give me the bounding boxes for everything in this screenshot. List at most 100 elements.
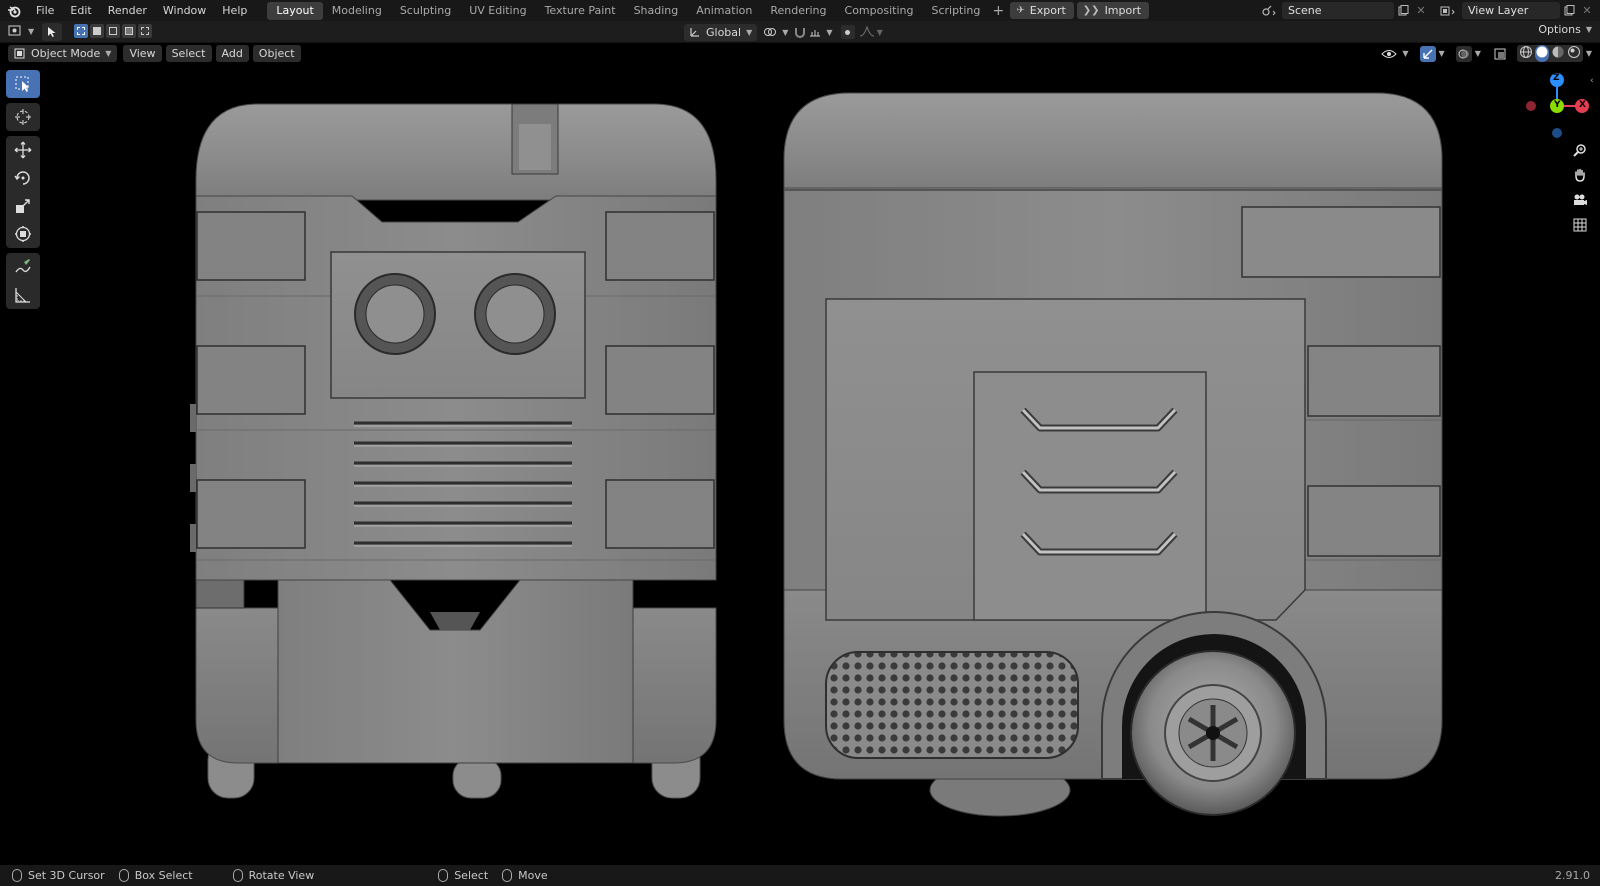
gizmo-toggle-icon[interactable] xyxy=(1419,45,1436,62)
export-button[interactable]: ✈ Export xyxy=(1010,2,1074,19)
selection-mode-buttons xyxy=(74,24,152,38)
view-layer-field[interactable]: View Layer xyxy=(1462,2,1560,19)
menu-add[interactable]: Add xyxy=(215,44,249,62)
tab-scripting[interactable]: Scripting xyxy=(922,2,989,20)
transform-tool[interactable] xyxy=(6,220,40,248)
delete-view-layer-icon[interactable]: ✕ xyxy=(1578,2,1596,19)
pencil-annotate-icon xyxy=(15,259,31,273)
move-tool[interactable] xyxy=(6,136,40,164)
annotate-tool[interactable] xyxy=(6,253,40,281)
menu-window[interactable]: Window xyxy=(155,0,214,21)
pivot-point-dropdown[interactable]: ▼ xyxy=(763,26,788,38)
wireframe-shading-icon[interactable] xyxy=(1519,45,1533,62)
mode-dropdown[interactable]: Object Mode ▼ xyxy=(8,44,118,62)
scene-type-icon[interactable] xyxy=(1256,2,1282,19)
editor-type-selector[interactable]: ▼ xyxy=(8,23,34,39)
rotate-tool[interactable] xyxy=(6,164,40,192)
shading-mode-group xyxy=(1516,45,1583,62)
viewport-tool-header: ▼ Global ▼ ▼ ▼ ▼ Options ▼ xyxy=(0,21,1600,43)
rotate-icon xyxy=(14,171,30,185)
options-dropdown[interactable]: Options ▼ xyxy=(1538,23,1592,36)
viewport-scene xyxy=(190,73,1589,817)
tab-sculpting[interactable]: Sculpting xyxy=(391,2,460,20)
version-label: 2.91.0 xyxy=(1555,869,1590,882)
chevron-down-icon: ▼ xyxy=(28,26,35,36)
tab-texture-paint[interactable]: Texture Paint xyxy=(536,2,625,20)
status-select: Select xyxy=(438,869,488,882)
workspace-tabs: Layout Modeling Sculpting UV Editing Tex… xyxy=(267,0,1150,21)
select-intersect-icon[interactable] xyxy=(138,24,152,38)
mouse-middle-icon xyxy=(232,869,243,882)
mouse-drag-icon xyxy=(502,869,513,882)
tool-shelf xyxy=(6,70,42,309)
snapping-dropdown[interactable]: ▼ xyxy=(794,26,833,38)
pan-hand-icon[interactable] xyxy=(1569,164,1591,186)
tab-layout[interactable]: Layout xyxy=(267,1,323,20)
status-bar: Set 3D Cursor Box Select Rotate View Sel… xyxy=(0,865,1600,886)
cursor-arrow-icon xyxy=(48,27,56,37)
orientation-label: Global xyxy=(706,25,742,39)
sidebar-toggle-icon[interactable]: ‹ xyxy=(1590,76,1594,86)
falloff-curve-icon[interactable] xyxy=(859,24,875,40)
measure-tool[interactable] xyxy=(6,281,40,309)
menu-file[interactable]: File xyxy=(28,0,62,21)
mouse-drag-icon xyxy=(118,869,129,882)
tab-uv-editing[interactable]: UV Editing xyxy=(460,2,535,20)
proportional-edit-icon[interactable] xyxy=(840,25,855,39)
tab-rendering[interactable]: Rendering xyxy=(761,2,835,20)
material-shading-icon[interactable] xyxy=(1551,45,1565,62)
cursor-tool[interactable] xyxy=(6,103,40,131)
eye-icon xyxy=(1381,49,1398,58)
orientation-axes-icon xyxy=(690,28,699,37)
menu-view[interactable]: View xyxy=(123,44,162,62)
tab-modeling[interactable]: Modeling xyxy=(323,2,391,20)
select-subtract-icon[interactable] xyxy=(106,24,120,38)
transform-controls: Global ▼ ▼ ▼ ▼ xyxy=(684,23,883,41)
overlays-toggle-icon[interactable] xyxy=(1455,45,1472,62)
ruler-measure-icon xyxy=(15,288,30,303)
scale-icon xyxy=(16,199,30,213)
select-box-icon xyxy=(15,76,29,92)
object-mode-icon xyxy=(14,48,25,59)
solid-shading-icon[interactable] xyxy=(1534,45,1549,62)
status-rotate-view: Rotate View xyxy=(232,869,314,882)
transform-icon xyxy=(15,226,31,242)
tab-shading[interactable]: Shading xyxy=(625,2,688,20)
menu-select[interactable]: Select xyxy=(165,44,212,62)
camera-view-icon[interactable] xyxy=(1569,189,1591,211)
scene-field[interactable]: Scene xyxy=(1282,2,1394,19)
select-invert-icon[interactable] xyxy=(122,24,136,38)
xray-toggle-icon[interactable] xyxy=(1492,46,1508,62)
tool-select-button[interactable] xyxy=(42,23,62,41)
menu-edit[interactable]: Edit xyxy=(62,0,99,21)
model-front-view[interactable] xyxy=(190,103,717,799)
status-move-label: Move xyxy=(518,869,548,882)
tab-compositing[interactable]: Compositing xyxy=(836,2,923,20)
menu-object[interactable]: Object xyxy=(252,44,301,62)
new-view-layer-icon[interactable] xyxy=(1560,2,1578,19)
select-new-icon[interactable] xyxy=(74,24,88,38)
export-icon: ✈ xyxy=(1016,5,1025,16)
model-side-view[interactable] xyxy=(783,92,1443,817)
view-layer-icon[interactable] xyxy=(1434,2,1462,19)
3d-viewport[interactable]: Z Y X ‹ xyxy=(0,43,1600,865)
tab-animation[interactable]: Animation xyxy=(687,2,761,20)
select-extend-icon[interactable] xyxy=(90,24,104,38)
delete-scene-icon[interactable]: ✕ xyxy=(1412,2,1430,19)
add-workspace-button[interactable]: + xyxy=(989,3,1007,19)
visibility-dropdown[interactable]: ▼ xyxy=(1381,48,1409,60)
scale-tool[interactable] xyxy=(6,192,40,220)
transform-orientation-dropdown[interactable]: Global ▼ xyxy=(684,23,758,41)
menu-render[interactable]: Render xyxy=(100,0,155,21)
rendered-shading-icon[interactable] xyxy=(1567,45,1581,62)
perspective-grid-icon[interactable] xyxy=(1569,214,1591,236)
import-icon: ❯❯ xyxy=(1082,5,1100,16)
menu-help[interactable]: Help xyxy=(214,0,255,21)
zoom-icon[interactable] xyxy=(1569,139,1591,161)
mouse-left-icon xyxy=(12,869,22,882)
new-scene-icon[interactable] xyxy=(1394,2,1412,19)
blender-logo-icon[interactable] xyxy=(0,0,28,21)
magnet-icon xyxy=(795,28,806,38)
select-box-tool[interactable] xyxy=(6,70,40,98)
import-button[interactable]: ❯❯ Import xyxy=(1076,2,1150,19)
